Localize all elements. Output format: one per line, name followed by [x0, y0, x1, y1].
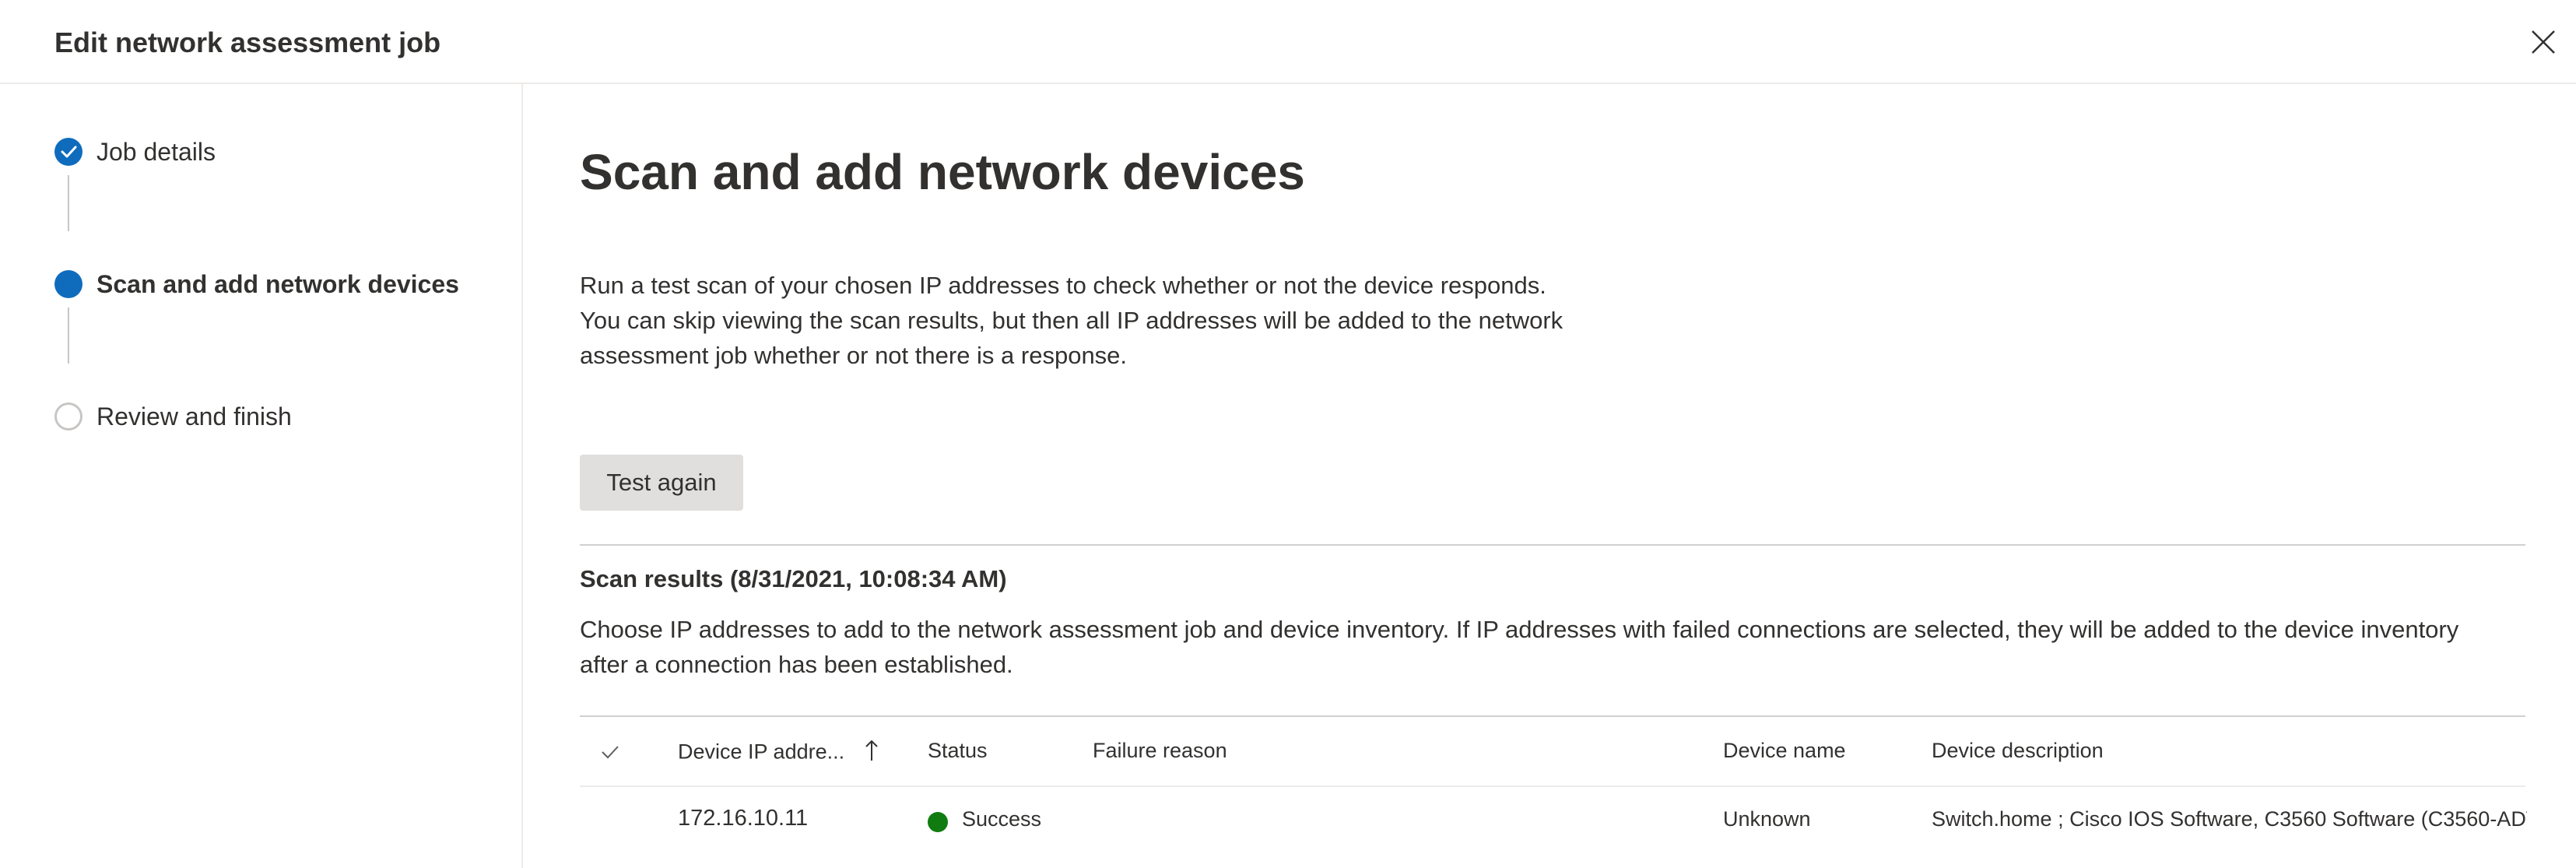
- checkmark-icon: [602, 746, 619, 759]
- panel-header: Edit network assessment job: [0, 0, 2576, 84]
- column-header-failure-reason[interactable]: Failure reason: [1093, 739, 1227, 763]
- description-line: Run a test scan of your chosen IP addres…: [580, 272, 1546, 299]
- status-label: Success: [962, 807, 1042, 831]
- test-again-button[interactable]: Test again: [580, 455, 743, 511]
- page-description: Run a test scan of your chosen IP addres…: [580, 268, 1607, 373]
- cell-device-name: Unknown: [1723, 807, 1811, 831]
- cell-ip: 172.16.10.11: [678, 806, 809, 831]
- description-line: assessment job whether or not there is a…: [580, 342, 1128, 369]
- table-row[interactable]: 172.16.10.11 Success Unknown Switch.home…: [580, 787, 2527, 857]
- empty-circle-icon: [54, 402, 82, 430]
- column-label: Device IP addre...: [678, 740, 845, 764]
- column-header-device-description[interactable]: Device description: [1932, 739, 2104, 763]
- column-header-status[interactable]: Status: [928, 739, 988, 763]
- wizard-steps: Job details Scan and add network devices…: [0, 84, 523, 868]
- step-label: Job details: [97, 138, 216, 166]
- page-title: Scan and add network devices: [580, 144, 1305, 200]
- table-header: Device IP addre... Status Failure reason…: [580, 717, 2525, 787]
- check-circle-icon: [54, 138, 82, 166]
- column-header-ip[interactable]: Device IP addre...: [678, 739, 879, 768]
- status-success-icon: [928, 812, 948, 832]
- cell-status: Success: [928, 807, 1042, 832]
- step-connector: [68, 307, 69, 364]
- scan-results-table: Device IP addre... Status Failure reason…: [580, 715, 2527, 857]
- scan-results-description: Choose IP addresses to add to the networ…: [580, 612, 2510, 682]
- select-all-checkbox[interactable]: [598, 740, 622, 764]
- column-header-device-name[interactable]: Device name: [1723, 739, 1846, 763]
- results-desc-line: after a connection has been established.: [580, 651, 1013, 678]
- step-connector: [68, 175, 69, 231]
- arrow-up-icon: [865, 739, 879, 768]
- filled-circle-icon: [54, 270, 82, 298]
- step-label: Review and finish: [97, 402, 292, 430]
- cell-device-description: Switch.home ; Cisco IOS Software, C3560 …: [1932, 807, 2527, 831]
- results-desc-line: Choose IP addresses to add to the networ…: [580, 616, 2459, 643]
- description-line: You can skip viewing the scan results, b…: [580, 307, 1563, 334]
- panel-title: Edit network assessment job: [54, 26, 441, 58]
- close-icon[interactable]: [2528, 26, 2559, 58]
- scan-results-title: Scan results (8/31/2021, 10:08:34 AM): [580, 565, 1007, 592]
- section-divider: [580, 544, 2525, 546]
- step-label: Scan and add network devices: [97, 270, 459, 298]
